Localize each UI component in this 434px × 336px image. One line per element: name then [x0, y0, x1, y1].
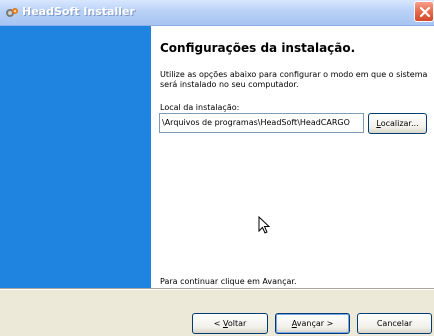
back-button-label: oltar — [227, 319, 247, 328]
installer-window: HeadSoft Installer Configurações da inst… — [0, 0, 434, 336]
back-button[interactable]: < Voltar — [192, 313, 268, 334]
page-title: Configurações da instalação. — [160, 41, 356, 55]
page-description: Utilize as opções abaixo para configurar… — [160, 70, 428, 89]
close-button[interactable] — [414, 1, 434, 22]
sidebar-banner — [0, 26, 151, 288]
cancel-button[interactable]: Cancelar — [357, 313, 432, 334]
install-location-input[interactable]: \Arquivos de programas\HeadSoft\HeadCARG… — [159, 113, 364, 133]
browse-button-label: ocalizar... — [380, 119, 419, 128]
installer-icon — [5, 5, 19, 19]
mouse-cursor-icon — [258, 215, 271, 238]
close-icon — [419, 6, 431, 18]
next-button-label: vançar > — [296, 319, 334, 328]
window-title: HeadSoft Installer — [22, 5, 135, 18]
install-location-label: Local da instalação: — [160, 103, 240, 112]
footer-divider — [0, 288, 434, 290]
content-panel: Configurações da instalação. Utilize as … — [151, 26, 434, 288]
next-button[interactable]: Avançar > — [275, 313, 350, 334]
continue-hint: Para continuar clique em Avançar. — [160, 277, 297, 286]
title-bar[interactable]: HeadSoft Installer — [0, 0, 434, 26]
browse-button[interactable]: Localizar... — [368, 113, 427, 134]
back-button-prefix: < — [213, 319, 223, 328]
